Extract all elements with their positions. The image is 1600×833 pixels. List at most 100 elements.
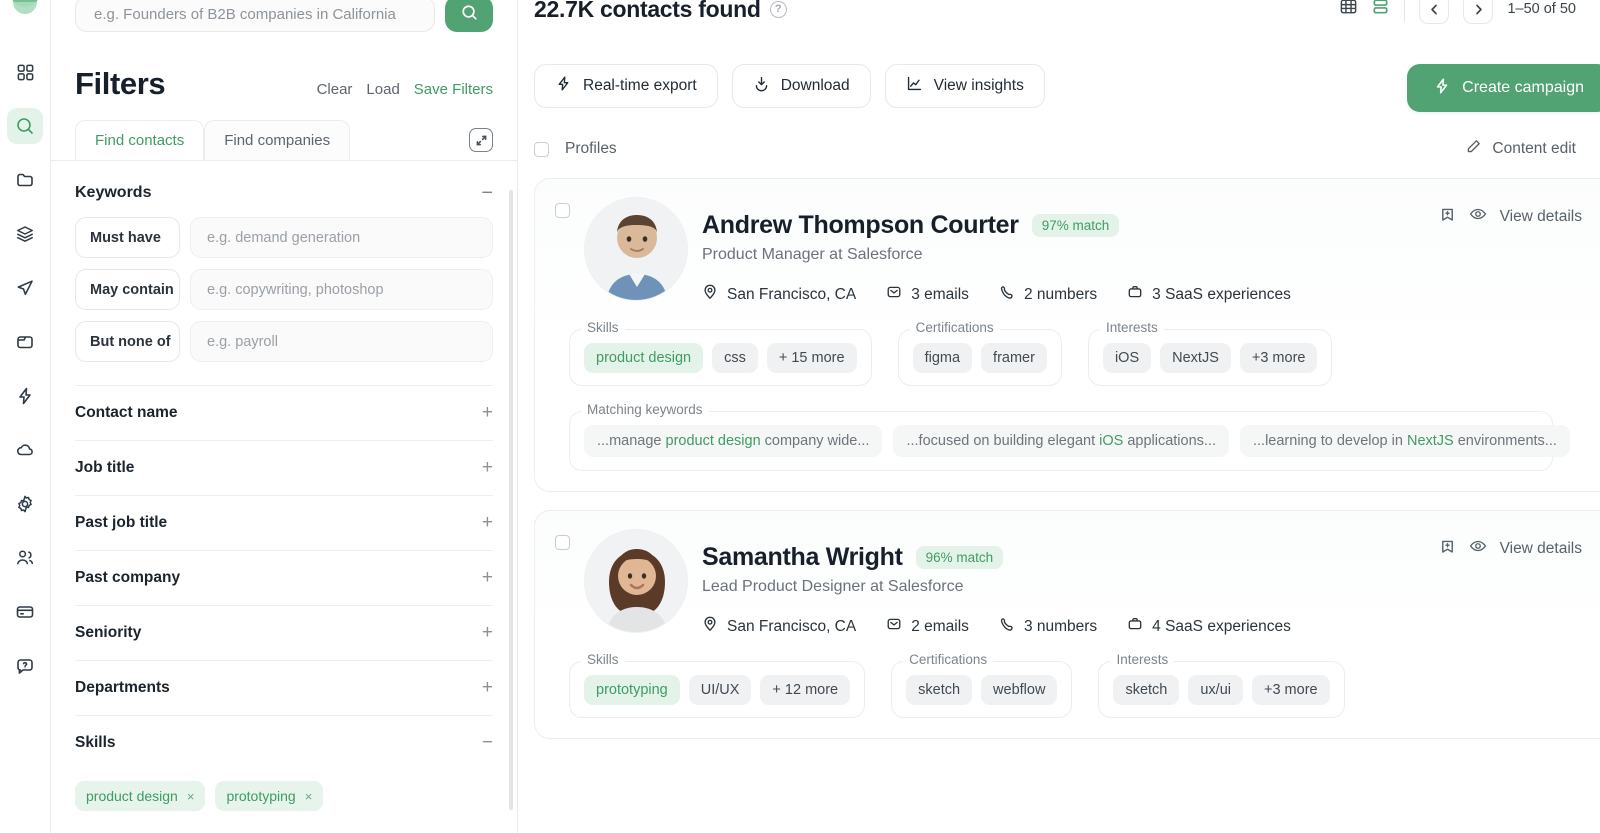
view-toggle: [1339, 0, 1390, 21]
close-icon[interactable]: ×: [187, 789, 195, 804]
filter-section-departments[interactable]: Departments +: [75, 660, 493, 715]
keyword-chip[interactable]: ...manage product design company wide...: [584, 425, 883, 457]
sidebar-item-support[interactable]: [7, 648, 43, 684]
certification-chip[interactable]: webflow: [981, 675, 1058, 705]
profile-select-checkbox[interactable]: [555, 203, 570, 218]
sidebar-item-search[interactable]: [7, 108, 43, 144]
search-submit-button[interactable]: [445, 0, 493, 32]
tab-find-companies[interactable]: Find companies: [204, 120, 351, 160]
interest-chip[interactable]: iOS: [1102, 343, 1152, 373]
experiences-text: 4 SaaS experiences: [1152, 617, 1291, 635]
filter-section-past-company[interactable]: Past company +: [75, 550, 493, 605]
filter-label: Departments: [75, 679, 170, 696]
keywords-section-header[interactable]: Keywords −: [75, 161, 493, 217]
filter-section-skills[interactable]: Skills −: [75, 715, 493, 770]
sidebar-item-files[interactable]: [7, 324, 43, 360]
certification-chip[interactable]: sketch: [906, 675, 973, 705]
load-filters-button[interactable]: Load: [366, 81, 399, 98]
skill-chip[interactable]: product design: [584, 343, 704, 373]
content-edit-button[interactable]: Content edit: [1465, 138, 1576, 160]
skill-chip[interactable]: prototyping: [584, 675, 680, 705]
filter-section-contact-name[interactable]: Contact name +: [75, 385, 493, 440]
keyword-chip[interactable]: ...learning to develop in NextJS environ…: [1240, 425, 1570, 457]
interest-chip[interactable]: NextJS: [1160, 343, 1231, 373]
filter-section-job-title[interactable]: Job title +: [75, 440, 493, 495]
must-have-input[interactable]: [190, 217, 493, 258]
certifications-chips: figma framer: [897, 329, 1062, 386]
expand-toggle[interactable]: +: [482, 512, 493, 534]
filters-scrollbar[interactable]: [509, 190, 513, 810]
expand-toggle[interactable]: +: [482, 457, 493, 479]
sidebar-item-campaigns[interactable]: [7, 270, 43, 306]
next-page-button[interactable]: [1463, 0, 1494, 24]
collapse-toggle[interactable]: −: [482, 732, 493, 754]
bookmark-add-icon[interactable]: [1439, 538, 1456, 560]
real-time-export-button[interactable]: Real-time export: [534, 64, 718, 108]
expand-icon[interactable]: [469, 128, 493, 152]
profile-card[interactable]: Samantha Wright 96% match Lead Product D…: [534, 510, 1600, 739]
search-input[interactable]: [94, 5, 416, 23]
view-details-label[interactable]: View details: [1500, 540, 1582, 558]
tab-find-contacts[interactable]: Find contacts: [75, 120, 205, 160]
eye-icon[interactable]: [1469, 205, 1487, 228]
must-have-label[interactable]: Must have: [75, 217, 180, 258]
profile-name: Samantha Wright: [702, 543, 903, 571]
prev-page-button[interactable]: [1419, 0, 1450, 24]
filter-section-seniority[interactable]: Seniority +: [75, 605, 493, 660]
search-box[interactable]: [75, 0, 435, 32]
interest-chip[interactable]: ux/ui: [1188, 675, 1243, 705]
expand-toggle[interactable]: +: [482, 567, 493, 589]
skill-chip[interactable]: UI/UX: [688, 675, 752, 705]
interest-chip-more[interactable]: +3 more: [1239, 343, 1318, 373]
meta-emails: 2 emails: [886, 616, 969, 637]
list-view-icon[interactable]: [1371, 0, 1390, 21]
sidebar-item-dashboard[interactable]: [7, 54, 43, 90]
expand-toggle[interactable]: +: [482, 677, 493, 699]
grid-view-icon[interactable]: [1339, 0, 1358, 21]
sidebar-item-data[interactable]: [7, 216, 43, 252]
view-insights-button[interactable]: View insights: [884, 64, 1045, 108]
button-label: Create campaign: [1462, 79, 1584, 96]
sidebar-item-team[interactable]: [7, 540, 43, 576]
keywords-collapse-toggle[interactable]: −: [481, 183, 493, 203]
match-badge: 97% match: [1031, 214, 1120, 237]
sidebar-item-integrations[interactable]: [7, 432, 43, 468]
interest-chip-more[interactable]: +3 more: [1252, 675, 1330, 705]
filter-section-past-job-title[interactable]: Past job title +: [75, 495, 493, 550]
keywords-title: Keywords: [75, 184, 152, 201]
skill-chip-more[interactable]: + 12 more: [760, 675, 851, 705]
expand-toggle[interactable]: +: [482, 622, 493, 644]
skill-chip-more[interactable]: + 15 more: [766, 343, 857, 373]
logo[interactable]: [6, 0, 44, 22]
question-icon[interactable]: ?: [769, 0, 787, 18]
location-pin-icon: [702, 616, 718, 637]
but-none-of-input[interactable]: [190, 321, 493, 362]
eye-icon[interactable]: [1469, 537, 1487, 560]
download-button[interactable]: Download: [731, 64, 871, 108]
certification-chip[interactable]: framer: [981, 343, 1047, 373]
skill-chip[interactable]: prototyping ×: [215, 781, 324, 811]
filter-label: Contact name: [75, 404, 178, 421]
interest-chip[interactable]: sketch: [1113, 675, 1180, 705]
create-campaign-button[interactable]: Create campaign: [1407, 64, 1600, 112]
certification-chip[interactable]: figma: [912, 343, 973, 373]
select-all-checkbox[interactable]: [534, 141, 549, 157]
sidebar-item-settings[interactable]: [7, 486, 43, 522]
may-contain-input[interactable]: [190, 269, 493, 310]
clear-filters-button[interactable]: Clear: [317, 81, 353, 98]
but-none-of-label[interactable]: But none of: [75, 321, 180, 362]
bookmark-add-icon[interactable]: [1439, 206, 1456, 228]
profile-card[interactable]: Andrew Thompson Courter 97% match Produc…: [534, 178, 1600, 492]
skill-chip[interactable]: product design ×: [75, 781, 206, 811]
expand-toggle[interactable]: +: [482, 402, 493, 424]
view-details-label[interactable]: View details: [1500, 208, 1582, 226]
may-contain-label[interactable]: May contain: [75, 269, 180, 310]
save-filters-button[interactable]: Save Filters: [414, 81, 493, 98]
skill-chip[interactable]: css: [712, 343, 758, 373]
profile-select-checkbox[interactable]: [555, 535, 570, 550]
sidebar-item-lists[interactable]: [7, 162, 43, 198]
sidebar-item-billing[interactable]: [7, 594, 43, 630]
sidebar-item-automations[interactable]: [7, 378, 43, 414]
keyword-chip[interactable]: ...focused on building elegant iOS appli…: [893, 425, 1229, 457]
close-icon[interactable]: ×: [305, 789, 313, 804]
